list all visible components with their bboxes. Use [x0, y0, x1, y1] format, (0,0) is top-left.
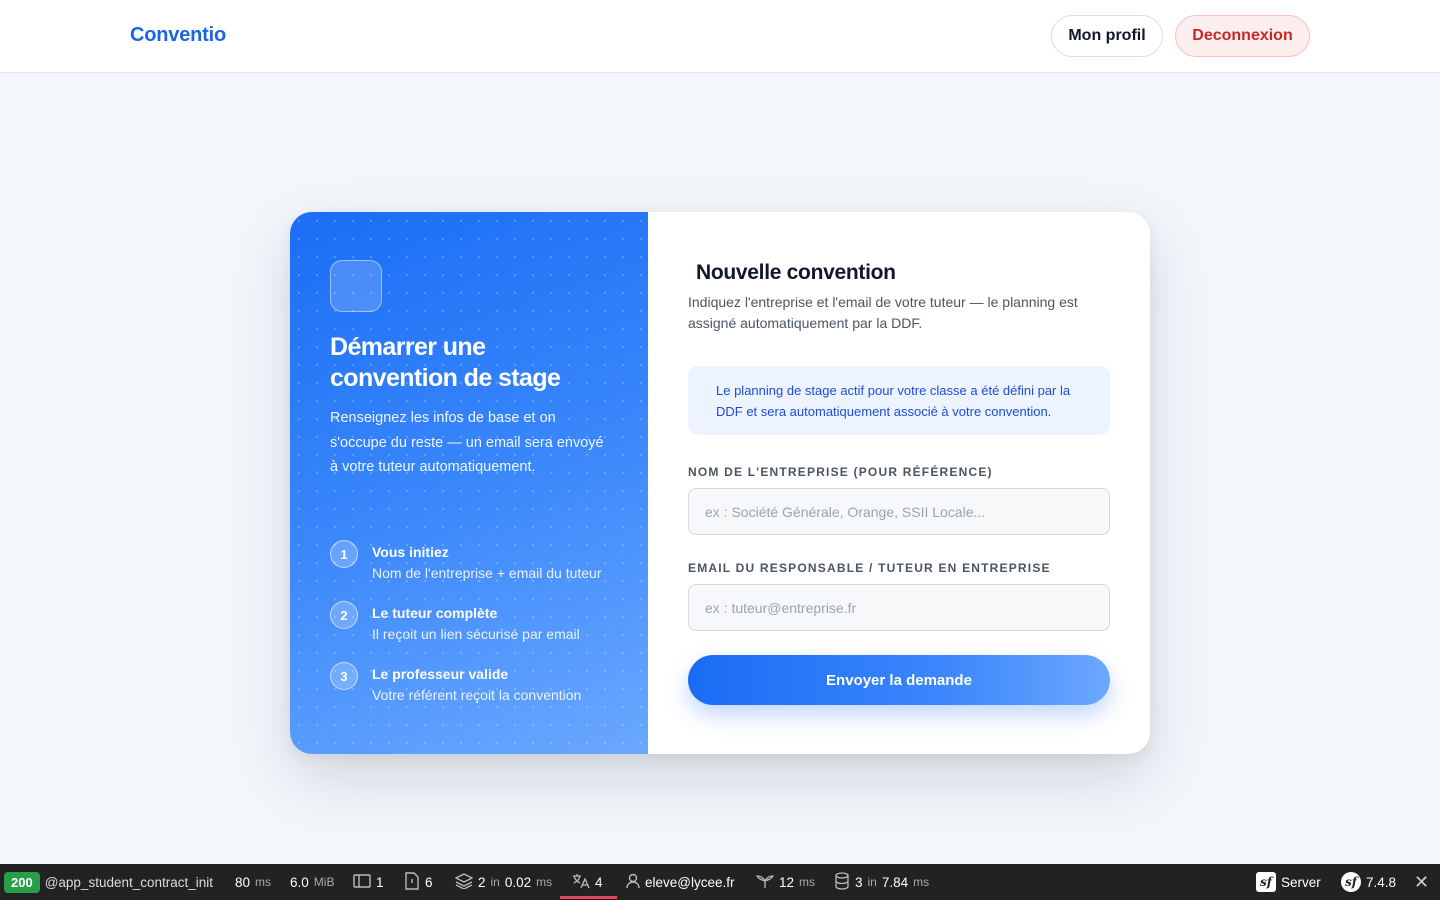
layers-icon	[454, 872, 474, 892]
debug-symfony-version[interactable]: sf 7.4.8	[1341, 864, 1396, 900]
form-icon	[353, 873, 371, 892]
symfony-version: 7.4.8	[1366, 874, 1397, 890]
company-input[interactable]	[688, 488, 1110, 535]
step-subtitle: Nom de l'entreprise + email du tuteur	[372, 565, 602, 581]
form-title: Nouvelle convention	[696, 261, 896, 284]
db-time: 7.84	[881, 874, 909, 890]
time-unit: ms	[255, 875, 272, 889]
step-subtitle: Votre référent reçoit la convention	[372, 687, 582, 703]
user-icon	[626, 873, 640, 892]
twig-unit: ms	[799, 875, 816, 889]
db-unit: ms	[913, 875, 930, 889]
debug-translation[interactable]: 4	[560, 864, 616, 900]
info-panel: Démarrer une convention de stage Renseig…	[290, 212, 648, 754]
memory-value: 6.0	[290, 874, 309, 890]
cache-time: 0.02	[504, 874, 532, 890]
step-item: 1 Vous initiez Nom de l'entreprise + ema…	[330, 540, 630, 584]
panel-logo-icon	[330, 260, 382, 312]
step-subtitle: Il reçoit un lien sécurisé par email	[372, 626, 580, 642]
debug-twig[interactable]: 12 ms	[755, 864, 816, 900]
debug-toolbar: 200 @app_student_contract_init 80 ms 6.0…	[0, 864, 1440, 900]
debug-database[interactable]: 3 in 7.84 ms	[834, 864, 929, 900]
cache-unit: ms	[536, 875, 553, 889]
logout-button[interactable]: Deconnexion	[1175, 15, 1310, 57]
brand-logo[interactable]: Conventio	[130, 24, 226, 47]
step-number: 2	[330, 601, 358, 629]
memory-unit: MiB	[313, 875, 335, 889]
translate-icon	[572, 873, 590, 892]
status-badge: 200	[4, 871, 40, 893]
tutor-email-input[interactable]	[688, 584, 1110, 631]
debug-cache[interactable]: 2 in 0.02 ms	[454, 864, 553, 900]
db-in: in	[867, 875, 877, 889]
step-number: 3	[330, 662, 358, 690]
debug-request[interactable]: 200 @app_student_contract_init	[4, 864, 213, 900]
database-icon	[834, 871, 850, 893]
cache-in: in	[490, 875, 500, 889]
company-label: NOM DE L'ENTREPRISE (POUR RÉFÉRENCE)	[688, 465, 993, 479]
panel-description: Renseignez les infos de base et on s'occ…	[330, 410, 604, 475]
forms-count: 1	[376, 874, 384, 890]
panel-title: Démarrer une convention de stage	[330, 333, 561, 392]
symfony-server-icon: sf	[1256, 872, 1276, 892]
convention-card: Démarrer une convention de stage Renseig…	[290, 212, 1150, 754]
cache-count: 2	[478, 874, 486, 890]
submit-button[interactable]: Envoyer la demande	[688, 655, 1110, 705]
step-item: 3 Le professeur valide Votre référent re…	[330, 662, 630, 706]
debug-server[interactable]: sf Server	[1256, 864, 1321, 900]
templates-count: 6	[425, 874, 433, 890]
user-email: eleve@lycee.fr	[645, 874, 735, 890]
debug-memory[interactable]: 6.0 MiB	[290, 864, 334, 900]
server-label: Server	[1281, 874, 1321, 890]
translation-count: 4	[595, 874, 603, 890]
template-icon	[404, 871, 420, 893]
debug-time[interactable]: 80 ms	[235, 864, 271, 900]
form-panel: Nouvelle convention Indiquez l'entrepris…	[688, 212, 1110, 754]
debug-forms[interactable]: 1	[353, 864, 384, 900]
debug-templates[interactable]: 6	[404, 864, 433, 900]
close-icon[interactable]: ✕	[1414, 864, 1429, 900]
form-description: Indiquez l'entreprise et l'email de votr…	[688, 294, 1078, 331]
twig-icon	[755, 873, 775, 892]
top-navbar: Conventio Mon profil Deconnexion	[0, 0, 1440, 73]
step-title: Vous initiez	[372, 544, 449, 560]
step-title: Le professeur valide	[372, 666, 509, 682]
route-name: @app_student_contract_init	[44, 874, 214, 890]
debug-user[interactable]: eleve@lycee.fr	[626, 864, 735, 900]
profile-button[interactable]: Mon profil	[1051, 15, 1163, 57]
step-title: Le tuteur complète	[372, 605, 498, 621]
twig-time: 12	[779, 874, 795, 890]
db-count: 3	[855, 874, 863, 890]
step-number: 1	[330, 540, 358, 568]
time-value: 80	[235, 874, 251, 890]
email-label: EMAIL DU RESPONSABLE / TUTEUR EN ENTREPR…	[688, 561, 1051, 575]
symfony-icon: sf	[1341, 872, 1361, 892]
info-alert: Le planning de stage actif pour votre cl…	[688, 366, 1110, 435]
step-item: 2 Le tuteur complète Il reçoit un lien s…	[330, 601, 630, 645]
